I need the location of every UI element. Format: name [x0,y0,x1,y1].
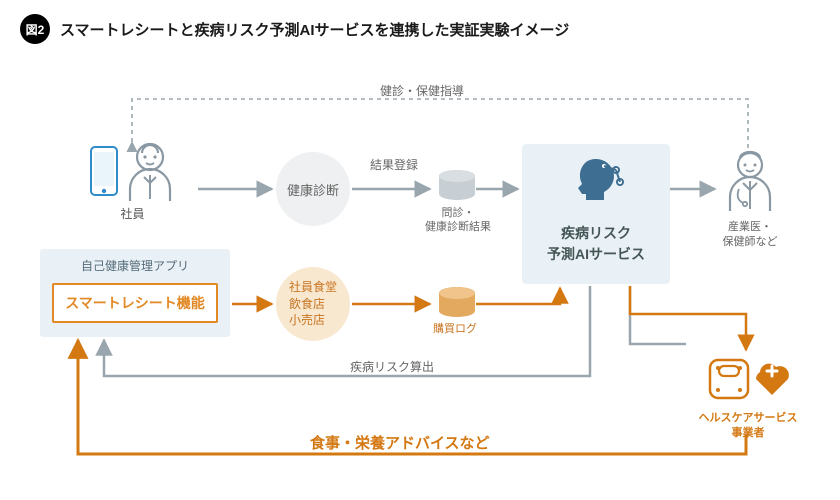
medical-results-db [432,169,482,206]
purchase-log-label: 購買ログ [420,322,490,336]
database-icon [437,169,477,203]
employee-label: 社員 [70,205,195,222]
medical-results-label: 問診・ 健康診断結果 [412,206,504,235]
self-health-app-title: 自己健康管理アプリ [40,249,230,274]
doctor-icon [723,149,777,213]
employee-node: 社員 [70,139,195,222]
edge-label-risk-calc: 疾病リスク算出 [350,358,434,375]
ai-service-line1: 疾病リスク [522,223,670,244]
health-check-node: 健康診断 [276,152,350,226]
industrial-doctor-line2: 保健師など [695,235,805,250]
stores-line2: 飲食店 [289,296,337,313]
figure-title: スマートレシートと疾病リスク予測AIサービスを連携した実証実験イメージ [60,19,569,40]
hc-provider-line2: 事業者 [688,426,808,441]
ai-head-icon [564,156,628,212]
smartphone-icon [90,146,118,196]
edge-label-health-guidance: 健診・保健指導 [380,82,464,99]
diagram-canvas: 社員 自己健康管理アプリ スマートレシート機能 健康診断 結果登録 問診・ 健康… [0,44,840,494]
hc-provider-line1: ヘルスケアサービス [688,411,808,426]
ai-service-line2: 予測AIサービス [522,244,670,265]
industrial-doctor-line1: 産業医・ [695,220,805,235]
industrial-doctor-node: 産業医・ 保健師など [695,149,805,251]
scale-heart-icon [706,354,790,402]
healthcare-provider-node: ヘルスケアサービス 事業者 [688,354,808,442]
self-health-app-box: 自己健康管理アプリ スマートレシート機能 [40,249,230,337]
edge-label-advice: 食事・栄養アドバイスなど [310,432,490,453]
ai-service-box: 疾病リスク 予測AIサービス [522,144,670,284]
edge-label-result-register: 結果登録 [370,156,418,173]
stores-node: 社員食堂 飲食店 小売店 [276,267,350,341]
stores-line1: 社員食堂 [289,279,337,296]
figure-badge: 図2 [20,14,50,44]
stores-line3: 小売店 [289,312,337,329]
employee-person-icon [124,139,176,203]
database-icon-orange [437,286,477,320]
purchase-log-db [432,286,482,323]
smart-receipt-feature: スマートレシート機能 [52,283,218,323]
health-check-label: 健康診断 [287,180,339,199]
